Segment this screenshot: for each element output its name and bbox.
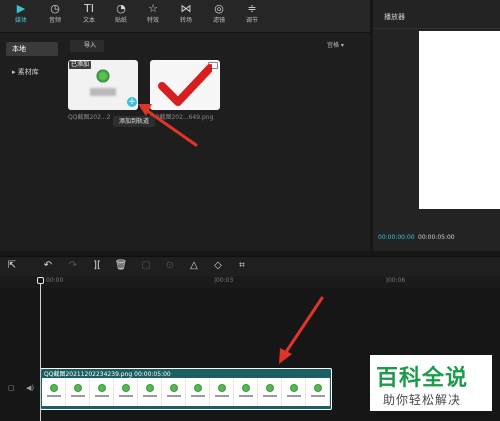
playhead[interactable] [40, 279, 41, 421]
clip-frame [138, 378, 162, 406]
tab-filter[interactable]: ◎ 滤镜 [204, 2, 234, 30]
media-item-2-filename: QQ截图202...649.png [150, 114, 214, 121]
tab-text-label: 文本 [82, 17, 95, 24]
ruler-tick-6: |00:06 [386, 277, 406, 284]
tab-transition[interactable]: ⋈ 转场 [171, 2, 201, 30]
clip-frame [210, 378, 234, 406]
clip-frame [234, 378, 258, 406]
tab-adjust[interactable]: ≑ 调节 [237, 2, 267, 30]
filter-icon: ◎ [214, 2, 224, 15]
mirror-icon[interactable]: △ [187, 259, 201, 273]
tab-sticker-label: 贴纸 [114, 17, 127, 24]
player-divider [373, 28, 500, 29]
sidebar-item-library[interactable]: ▸ 素材库 [6, 65, 58, 79]
clip-frame [186, 378, 210, 406]
delete-icon[interactable]: 🗑 [114, 259, 128, 273]
ruler-tick-3: |00:03 [214, 277, 234, 284]
effects-icon: ☆ [148, 2, 158, 15]
checkmark-icon [158, 64, 212, 106]
clip-frame [162, 378, 186, 406]
text-icon: TI [84, 2, 94, 15]
media-item-1-filename: QQ截图202...2 [68, 114, 111, 121]
split-icon[interactable]: ][ [90, 259, 104, 273]
add-to-track-tooltip: 添加到轨道 [113, 116, 155, 127]
view-toggle[interactable]: 宫格 ▾ [327, 40, 367, 52]
tab-text[interactable]: TI 文本 [74, 2, 104, 30]
rotate-icon[interactable]: ◇ [211, 259, 225, 273]
watermark-subtitle: 助你轻松解决 [383, 393, 462, 407]
tab-adjust-label: 调节 [245, 17, 258, 24]
clip-frame [90, 378, 114, 406]
sticker-icon: ◔ [116, 2, 126, 15]
player-preview[interactable] [419, 31, 500, 209]
timeline-ruler[interactable] [0, 276, 500, 288]
tab-effects-label: 特效 [146, 17, 159, 24]
clip-label: QQ截图20211202234239.png 00:00:05:00 [44, 371, 171, 378]
audio-icon: ◷ [50, 2, 60, 15]
player-current-time: 00:00:00:00 [378, 234, 415, 241]
freeze-icon[interactable]: ▢ [139, 259, 153, 273]
add-to-track-button[interactable]: + [127, 97, 137, 107]
added-badge: 已添加 [69, 61, 92, 69]
thumbnail-logo-icon [96, 69, 110, 83]
crop-icon[interactable]: ⌗ [235, 259, 249, 273]
ruler-tick-0: 00:00 [46, 277, 64, 284]
tab-media-label: 媒体 [14, 17, 27, 24]
undo-icon[interactable]: ↶ [41, 259, 55, 273]
reverse-icon[interactable]: ⊙ [163, 259, 177, 273]
import-button[interactable]: 导入 [70, 40, 104, 52]
track-mute-icon[interactable]: ◀) [26, 384, 34, 392]
sidebar-item-local[interactable]: 本地 [6, 42, 58, 56]
side-nav: 本地 ▸ 素材库 [0, 33, 60, 251]
top-toolbar: ▶ 媒体 ◷ 音频 TI 文本 ◔ 贴纸 ☆ 特效 ⋈ 转场 ◎ 滤镜 ≑ 调节 [0, 0, 370, 33]
tab-audio[interactable]: ◷ 音频 [40, 2, 70, 30]
track-add-icon[interactable]: ▢ [8, 384, 15, 392]
tab-sticker[interactable]: ◔ 贴纸 [106, 2, 136, 30]
playhead-handle[interactable] [37, 277, 44, 284]
tab-audio-label: 音频 [48, 17, 61, 24]
clip-frame [42, 378, 66, 406]
clip-frame [66, 378, 90, 406]
player-title: 播放器 [384, 13, 405, 21]
clip-frames [42, 378, 330, 406]
clip-frame [282, 378, 306, 406]
select-tool-icon[interactable]: ⇱ [5, 259, 19, 273]
tab-filter-label: 滤镜 [212, 17, 225, 24]
redo-icon[interactable]: ↷ [66, 259, 80, 273]
transition-icon: ⋈ [180, 2, 192, 15]
clip-frame [258, 378, 282, 406]
clip-frame [306, 378, 330, 406]
watermark-logo: 百科全说 [376, 366, 469, 391]
clip-frame [114, 378, 138, 406]
tab-media[interactable]: ▶ 媒体 [6, 2, 36, 30]
thumbnail-blurred-text [90, 88, 116, 96]
arrow-to-clip [279, 296, 324, 364]
media-item-2[interactable] [150, 60, 220, 110]
player-total-time: 00:00:05:00 [418, 234, 455, 241]
tab-transition-label: 转场 [179, 17, 192, 24]
media-icon: ▶ [16, 2, 26, 15]
adjust-icon: ≑ [247, 2, 257, 15]
tab-effects[interactable]: ☆ 特效 [138, 2, 168, 30]
